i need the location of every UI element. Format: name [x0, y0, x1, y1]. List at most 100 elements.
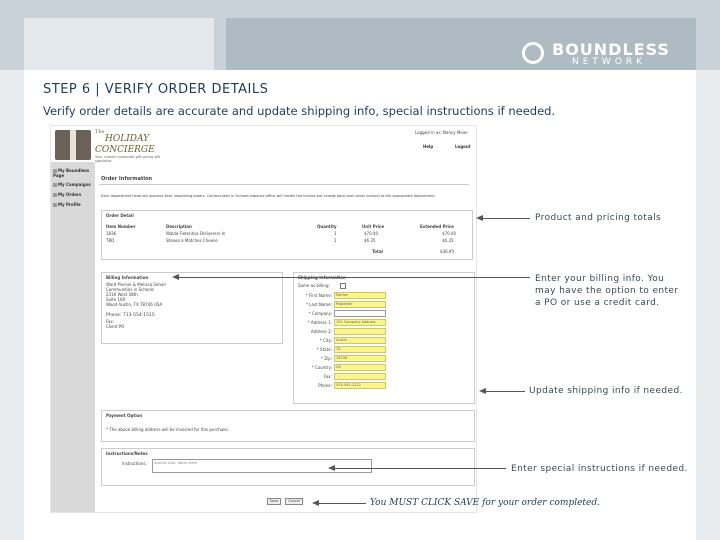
logo-small-text: The	[95, 129, 105, 135]
billing-arrow-line	[178, 277, 530, 278]
gift-box-icon	[55, 130, 91, 160]
field-label: Fax:	[323, 374, 332, 379]
sidebar-item-my-boundless-page[interactable]: My Boundless Page	[53, 168, 95, 178]
company-field[interactable]	[334, 310, 386, 317]
table-cell: Waldo Fietenhas Deliverers In	[166, 231, 226, 236]
slide-title: STEP 6 | VERIFY ORDER DETAILS	[43, 82, 269, 97]
callout-save: You MUST CLICK SAVE for your order compl…	[370, 498, 600, 508]
fax-field[interactable]	[334, 373, 386, 380]
totals-arrow-line	[482, 218, 530, 219]
banner-block-left	[24, 18, 214, 70]
table-cell: TBD	[106, 238, 115, 243]
sidebar-label: My Profile	[58, 202, 81, 207]
sidebar-label: My Boundless Page	[53, 168, 90, 178]
total-label: Total	[372, 249, 383, 254]
logout-link[interactable]: Logout	[455, 144, 471, 149]
col-header: Item Number	[106, 224, 136, 229]
save-button[interactable]: Save	[267, 498, 281, 505]
state-field[interactable]: TX	[334, 346, 386, 353]
campaign-icon	[53, 183, 57, 187]
logo-word-sub: NETWORK	[572, 57, 647, 67]
orders-icon	[53, 193, 57, 197]
table-cell: $70.40	[442, 231, 456, 236]
logo-holiday-text: HOLIDAY	[105, 134, 150, 144]
callout-shipping: Update shipping info if needed.	[529, 386, 683, 396]
profile-icon	[53, 203, 57, 207]
same-as-billing-checkbox[interactable]	[340, 283, 346, 289]
payment-option-text: * The above billing address will be invo…	[106, 427, 230, 432]
notice-text: Each department head will approve their …	[101, 194, 436, 198]
col-header: Description	[166, 224, 192, 229]
table-cell: $6.35	[364, 238, 376, 243]
billing-line: Wood Austin, TX 78746 USA	[106, 302, 163, 307]
slide-subtitle: Verify order details are accurate and up…	[43, 104, 556, 118]
field-label: * Address 1:	[307, 320, 332, 325]
payment-option-title: Payment Option	[106, 413, 143, 418]
save-arrow-icon	[312, 500, 319, 506]
field-label: Phone:	[318, 383, 332, 388]
billing-payment: Client PO	[106, 324, 125, 329]
order-detail-box: Order Detail Item Number Description Qua…	[101, 210, 473, 260]
sidebar-item-my-campaigns[interactable]: My Campaigns	[53, 182, 95, 187]
field-label: * City:	[319, 338, 332, 343]
cancel-button[interactable]: Cancel	[285, 498, 303, 505]
last-name-field[interactable]: Papbelter	[334, 301, 386, 308]
shipping-arrow-icon	[479, 388, 486, 394]
instructions-label: Instructions:	[122, 461, 147, 466]
save-arrow-line	[318, 503, 366, 504]
top-banner: BOUNDLESS NETWORK	[0, 0, 720, 70]
callout-totals: Product and pricing totals	[535, 213, 662, 223]
divider	[99, 184, 469, 185]
shipping-info-box: Shipping Information Same as billing: * …	[293, 272, 475, 404]
field-label: Address 2:	[310, 329, 332, 334]
col-header: Unit Price	[362, 224, 385, 229]
field-label: * Company:	[308, 311, 332, 316]
table-cell: $6.35	[442, 238, 454, 243]
instructions-box: Instructions/Notes Instructions: Special…	[101, 448, 475, 486]
callout-instructions: Enter special instructions if needed.	[511, 464, 688, 474]
boundless-logo: BOUNDLESS NETWORK	[522, 40, 697, 70]
col-header: Extended Price	[420, 224, 454, 229]
instructions-arrow-icon	[328, 465, 335, 471]
table-cell: $70.40	[364, 231, 378, 236]
field-label: * State:	[316, 347, 332, 352]
field-label: * Country:	[311, 365, 332, 370]
app-sidebar: My Boundless Page My Campaigns My Orders…	[51, 162, 95, 512]
country-field[interactable]: US	[334, 364, 386, 371]
total-value: $36.95	[440, 249, 454, 254]
table-cell: Stooeo a Matches Cheese	[166, 238, 218, 243]
billing-info-box: Billing Information Ward Pierner & Melis…	[101, 272, 283, 344]
callout-billing: Enter your billing info. You may have th…	[535, 274, 679, 308]
sidebar-label: My Orders	[58, 192, 82, 197]
totals-arrow-icon	[476, 215, 483, 221]
app-header: The HOLIDAY CONCIERGE Your custom corpor…	[51, 126, 476, 163]
instructions-arrow-line	[334, 468, 506, 469]
field-label: * First Name:	[305, 293, 332, 298]
instructions-textarea[interactable]: Special Instr. Notes Here	[152, 459, 372, 473]
billing-arrow-icon	[172, 274, 179, 280]
logo-tagline: Your custom corporate gift giving gift s…	[95, 155, 161, 163]
frame-right	[696, 70, 720, 540]
sidebar-item-my-orders[interactable]: My Orders	[53, 192, 95, 197]
holiday-concierge-logo: The HOLIDAY CONCIERGE Your custom corpor…	[55, 128, 170, 163]
billing-title: Billing Information	[106, 275, 149, 280]
logo-circle-icon	[522, 42, 544, 64]
shipping-arrow-line	[485, 391, 525, 392]
logged-in-text: Logged in as: Nancy Meier	[415, 130, 468, 135]
table-cell: 1	[334, 238, 337, 243]
billing-phone: Phone: 713-554-1515	[106, 313, 155, 318]
table-cell: 1	[334, 231, 337, 236]
phone-field[interactable]: 555-555-1222	[334, 382, 386, 389]
field-label: * Last Name:	[305, 302, 332, 307]
address-1-field[interactable]: 101 Company Address	[334, 319, 386, 326]
city-field[interactable]: Austin	[334, 337, 386, 344]
logo-concierge-text: CONCIERGE	[95, 145, 155, 155]
help-link[interactable]: Help	[423, 144, 433, 149]
field-label: * Zip:	[320, 356, 332, 361]
col-header: Quantity	[317, 224, 337, 229]
zip-field[interactable]: 78746	[334, 355, 386, 362]
sidebar-item-my-profile[interactable]: My Profile	[53, 202, 95, 207]
address-2-field[interactable]	[334, 328, 386, 335]
first-name-field[interactable]: Marion	[334, 292, 386, 299]
order-detail-title: Order Detail	[106, 213, 134, 218]
